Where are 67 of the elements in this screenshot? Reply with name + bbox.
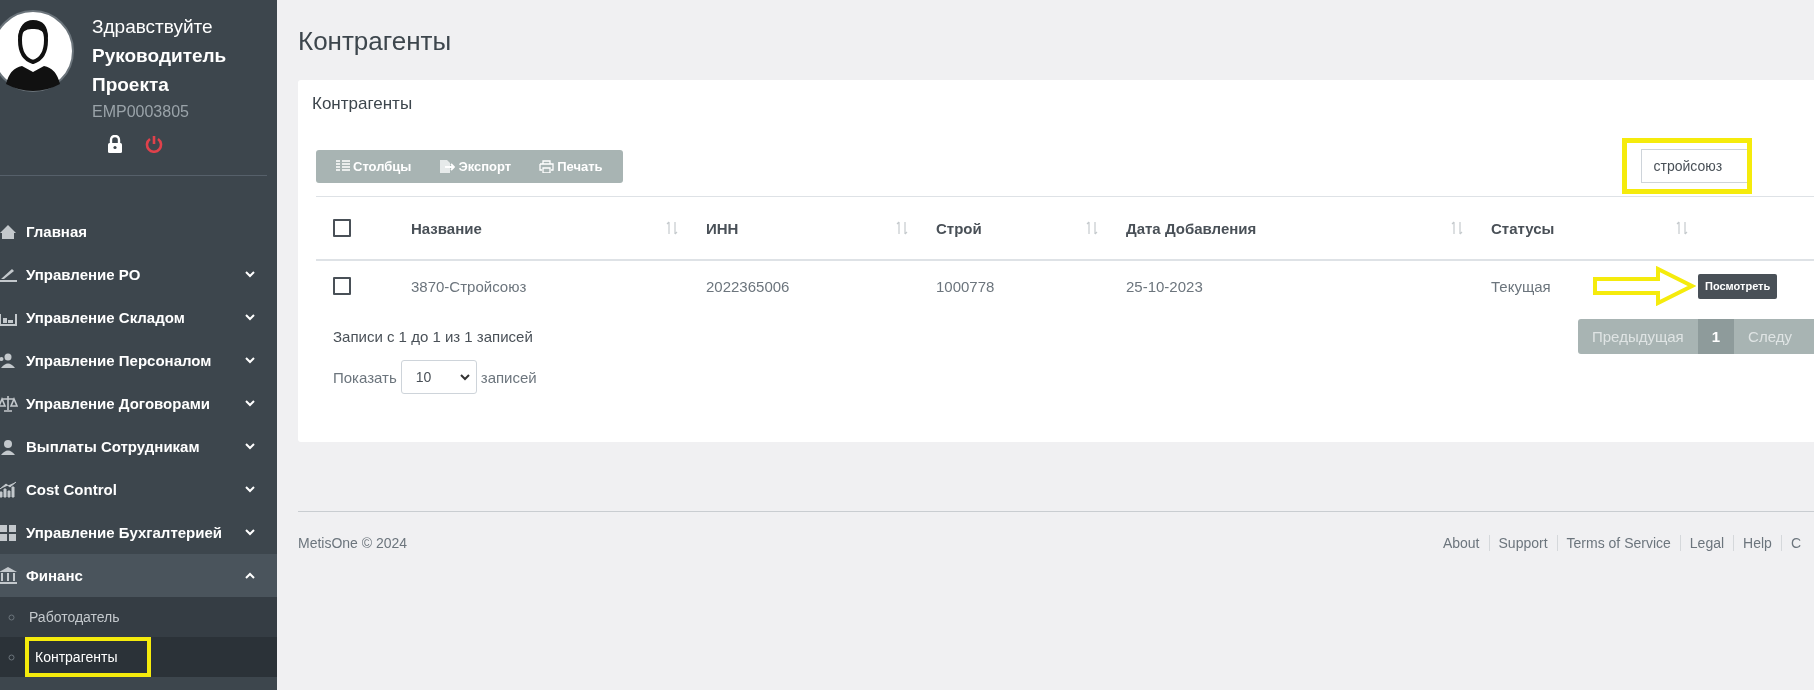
menu-icon — [0, 479, 18, 500]
avatar-silhouette-icon — [0, 10, 74, 92]
footer-link[interactable]: C — [1780, 535, 1810, 551]
menu-item[interactable]: Управление PO — [0, 253, 277, 296]
show-label: Показать — [333, 368, 397, 386]
submenu-item[interactable]: Работодатель — [29, 609, 120, 625]
sort-icon[interactable] — [1086, 221, 1098, 235]
page-size-select[interactable]: 10 — [400, 360, 477, 394]
employee-id: EMP0003805 — [92, 103, 190, 121]
lock-icon[interactable] — [107, 135, 123, 153]
menu-item[interactable]: Управление Бухгалтерией — [0, 511, 277, 554]
bullet-icon — [8, 613, 15, 621]
column-header[interactable]: Дата Добавления — [1126, 219, 1257, 237]
export-icon — [439, 159, 456, 173]
table-cell: 1000778 — [936, 277, 995, 295]
column-header[interactable]: ИНН — [706, 219, 739, 237]
sort-icon[interactable] — [1676, 221, 1688, 235]
power-icon[interactable] — [145, 135, 163, 153]
view-button[interactable]: Посмотреть — [1698, 273, 1778, 299]
table-cell: Текущая — [1491, 277, 1551, 295]
chevron-down-icon — [245, 529, 255, 536]
columns-icon — [336, 160, 350, 172]
copyright-text: MetisOne © 2024 — [298, 535, 408, 551]
menu-icon — [0, 393, 18, 414]
chevron-down-icon — [459, 373, 470, 381]
column-header[interactable]: Название — [411, 219, 482, 237]
chevron-up-icon — [245, 572, 255, 579]
footer-link[interactable]: About — [1433, 535, 1489, 551]
records-info: Записи с 1 до 1 из 1 записей — [333, 328, 534, 345]
chevron-down-icon — [245, 486, 255, 493]
menu-item[interactable]: Главная — [0, 210, 277, 253]
footer-link[interactable]: Legal — [1679, 535, 1734, 551]
footer-link[interactable]: Help — [1733, 535, 1781, 551]
greeting-text: Здравствуйте — [92, 15, 214, 39]
chevron-down-icon — [245, 357, 255, 364]
table-cell: 2022365006 — [706, 277, 790, 295]
menu-item[interactable]: Выплаты Сотрудникам — [0, 425, 277, 468]
row-checkbox[interactable] — [333, 277, 351, 295]
menu-item[interactable]: Управление Складом — [0, 296, 277, 339]
footer-link[interactable]: Terms of Service — [1556, 535, 1680, 551]
table-cell: 25-10-2023 — [1126, 277, 1203, 295]
chevron-down-icon — [245, 314, 255, 321]
sort-icon[interactable] — [666, 221, 678, 235]
user-name: Руководитель Проекта — [92, 44, 228, 97]
menu-icon — [0, 522, 18, 543]
print-icon — [539, 159, 555, 173]
menu-item[interactable]: Финанс — [0, 554, 277, 597]
chevron-down-icon — [245, 271, 255, 278]
show-suffix: записей — [480, 368, 537, 386]
column-header[interactable]: Строй — [936, 219, 982, 237]
sort-icon[interactable] — [896, 221, 908, 235]
card-title: Контрагенты — [312, 93, 414, 114]
footer-link[interactable]: Support — [1488, 535, 1557, 551]
page-title: Контрагенты — [298, 25, 453, 57]
submenu-item[interactable]: Контрагенты — [35, 649, 118, 665]
menu-item[interactable]: Управление Персоналом — [0, 339, 277, 382]
select-all-checkbox[interactable] — [333, 219, 351, 237]
column-header[interactable]: Статусы — [1491, 219, 1555, 237]
bullet-icon — [8, 653, 15, 661]
chevron-down-icon — [245, 400, 255, 407]
sort-icon[interactable] — [1451, 221, 1463, 235]
table-cell: 3870-Стройсоюз — [411, 277, 527, 295]
search-field[interactable]: стройсоюз — [1640, 149, 1747, 183]
chevron-down-icon — [245, 443, 255, 450]
menu-icon — [0, 565, 18, 586]
menu-item[interactable]: Cost Control — [0, 468, 277, 511]
menu-item[interactable]: Управление Договорами — [0, 382, 277, 425]
